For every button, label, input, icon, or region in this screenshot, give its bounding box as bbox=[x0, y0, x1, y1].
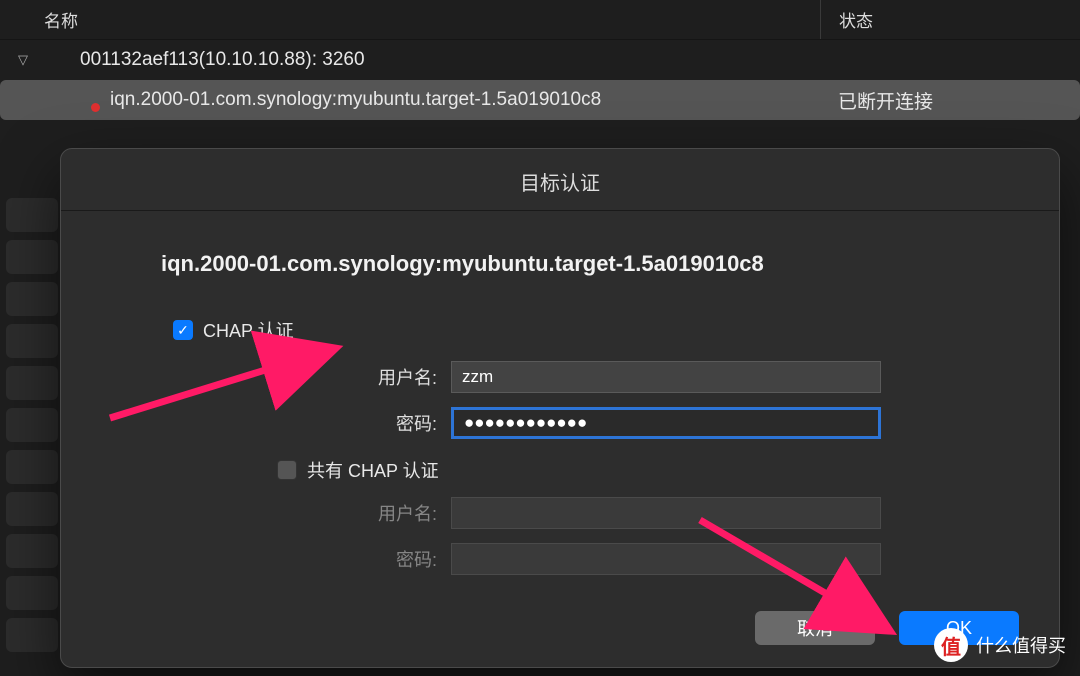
table-header: 名称 状态 bbox=[0, 0, 1080, 40]
target-row[interactable]: iqn.2000-01.com.synology:myubuntu.target… bbox=[0, 80, 1080, 120]
target-auth-dialog: 目标认证 iqn.2000-01.com.synology:myubuntu.t… bbox=[60, 148, 1060, 668]
column-name-header[interactable]: 名称 bbox=[0, 7, 820, 32]
mutual-chap-checkbox[interactable] bbox=[277, 460, 297, 480]
target-iqn-label: iqn.2000-01.com.synology:myubuntu.target… bbox=[110, 89, 820, 111]
password-label: 密码: bbox=[161, 410, 451, 436]
cancel-button[interactable]: 取消 bbox=[755, 611, 875, 645]
chap-checkbox[interactable]: ✓ bbox=[173, 320, 193, 340]
list-item bbox=[6, 492, 58, 526]
target-portal-row[interactable]: ▽ 001132aef113(10.10.10.88): 3260 bbox=[0, 40, 1080, 80]
username-label: 用户名: bbox=[161, 364, 451, 390]
list-item bbox=[6, 576, 58, 610]
column-status-header[interactable]: 状态 bbox=[820, 0, 1080, 39]
dialog-title: 目标认证 bbox=[61, 149, 1059, 211]
watermark-text: 什么值得买 bbox=[976, 632, 1066, 658]
list-item bbox=[6, 324, 58, 358]
chap-auth-row[interactable]: ✓ CHAP 认证 bbox=[173, 317, 979, 343]
mutual-username-label: 用户名: bbox=[161, 500, 451, 526]
list-item bbox=[6, 618, 58, 652]
list-item bbox=[6, 408, 58, 442]
mutual-username-input bbox=[451, 497, 881, 529]
list-item bbox=[6, 534, 58, 568]
monitor-icon bbox=[42, 50, 68, 70]
watermark: 值 什么值得买 bbox=[934, 628, 1066, 662]
target-status-label: 已断开连接 bbox=[820, 87, 1080, 114]
list-item bbox=[6, 198, 58, 232]
mutual-chap-label: 共有 CHAP 认证 bbox=[307, 457, 439, 483]
list-item bbox=[6, 240, 58, 274]
disclosure-triangle-icon[interactable]: ▽ bbox=[18, 52, 28, 68]
list-item bbox=[6, 282, 58, 316]
watermark-badge-icon: 值 bbox=[934, 628, 968, 662]
mutual-password-input bbox=[451, 543, 881, 575]
monitor-disconnected-icon bbox=[72, 90, 98, 110]
username-input[interactable] bbox=[451, 361, 881, 393]
portal-label: 001132aef113(10.10.10.88): 3260 bbox=[80, 49, 1080, 71]
mutual-chap-row[interactable]: 共有 CHAP 认证 bbox=[277, 457, 979, 483]
list-item bbox=[6, 366, 58, 400]
chap-label: CHAP 认证 bbox=[203, 317, 294, 343]
list-item bbox=[6, 450, 58, 484]
dialog-iqn-label: iqn.2000-01.com.synology:myubuntu.target… bbox=[161, 251, 979, 277]
mutual-password-label: 密码: bbox=[161, 546, 451, 572]
password-input[interactable] bbox=[451, 407, 881, 439]
